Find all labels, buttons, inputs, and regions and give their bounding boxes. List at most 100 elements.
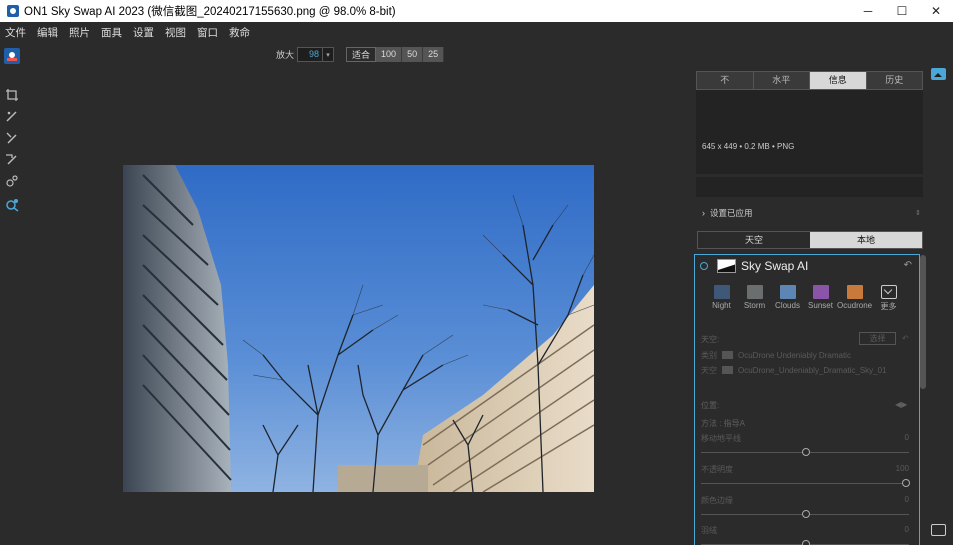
opacity-label: 不透明度 — [701, 465, 733, 474]
preset-row: Night Storm Clouds Sunset Ocudrone 更多 — [705, 285, 905, 315]
category-label: 类别 — [701, 350, 717, 360]
print-icon[interactable] — [931, 524, 946, 536]
color-edge-slider-knob[interactable] — [802, 510, 810, 518]
menu-photo[interactable]: 照片 — [69, 25, 90, 40]
minimize-button[interactable]: ─ — [851, 0, 885, 22]
preset-more[interactable]: 更多 — [872, 285, 905, 315]
sky-row-label: 天空 — [701, 365, 717, 375]
select-button[interactable]: 选择 — [859, 332, 896, 345]
title-bar: ON1 Sky Swap AI 2023 (微信截图_2024021715563… — [0, 0, 953, 22]
zoom-fit-button[interactable]: 适合 — [346, 47, 377, 62]
menu-file[interactable]: 文件 — [5, 25, 26, 40]
menu-bar: 文件 编辑 照片 面具 设置 视图 窗口 救命 — [0, 22, 953, 42]
applied-settings-label: 设置已应用 — [710, 208, 753, 218]
sub-tabs: 天空 本地 — [697, 231, 923, 249]
menu-edit[interactable]: 编辑 — [37, 25, 58, 40]
panel-scrollbar[interactable] — [920, 255, 926, 389]
horizon-label: 移动地平线 — [701, 434, 741, 443]
info-box: 645 x 449 • 0.2 MB • PNG — [696, 90, 923, 174]
preset-thumb — [846, 285, 863, 299]
zoom-tool-icon[interactable] — [4, 197, 20, 213]
preset-label: Clouds — [775, 301, 800, 310]
refine-brush-icon[interactable] — [4, 151, 20, 167]
info-strip — [696, 177, 923, 197]
zoom-label: 放大 — [276, 50, 295, 60]
module-title: Sky Swap AI — [741, 259, 809, 273]
menu-mask[interactable]: 面具 — [101, 25, 122, 40]
color-edge-label: 颜色边缘 — [701, 496, 733, 505]
category-value: OcuDrone Undeniably Dramatic — [738, 350, 851, 360]
power-toggle-icon[interactable] — [700, 262, 708, 270]
opacity-value: 100 — [895, 464, 909, 473]
sky-swap-app-icon[interactable] — [4, 48, 20, 64]
image-browser-icon[interactable] — [931, 68, 946, 80]
crop-tool-icon[interactable] — [4, 87, 20, 103]
app-icon — [7, 5, 19, 17]
preset-label: 更多 — [880, 302, 897, 311]
retouch-tool-icon[interactable] — [4, 173, 20, 189]
window-title: ON1 Sky Swap AI 2023 (微信截图_2024021715563… — [24, 6, 396, 18]
category-row[interactable]: 类别 OcuDrone Undeniably Dramatic — [701, 350, 911, 360]
zoom-100-button[interactable]: 100 — [376, 47, 403, 62]
method-label: 方法 : 指导A — [701, 419, 746, 428]
blend-value: 0 — [904, 525, 909, 534]
left-toolbar — [0, 42, 24, 545]
brush-tool-icon[interactable] — [4, 108, 20, 124]
chevron-right-icon: › — [702, 208, 705, 218]
preset-ocudrone[interactable]: Ocudrone — [837, 285, 872, 315]
menu-view[interactable]: 视图 — [165, 25, 186, 40]
preset-sunset[interactable]: Sunset — [804, 285, 837, 315]
chevron-down-icon — [880, 285, 897, 299]
horizon-slider-knob[interactable] — [802, 448, 810, 456]
preset-night[interactable]: Night — [705, 285, 738, 315]
reset-icon[interactable]: ↶ — [904, 260, 912, 271]
tab-sky[interactable]: 天空 — [698, 232, 810, 248]
right-panel: 不 水平 信息 历史 645 x 449 • 0.2 MB • PNG › 设置… — [694, 71, 924, 545]
tab-history[interactable]: 历史 — [866, 72, 922, 89]
color-edge-value: 0 — [904, 495, 909, 504]
zoom-dropdown-icon[interactable]: ▾ — [323, 47, 335, 62]
tab-local[interactable]: 本地 — [810, 232, 922, 248]
blend-label: 羽绒 — [701, 526, 717, 535]
preset-thumb — [713, 285, 730, 299]
preset-label: Storm — [743, 301, 766, 310]
sky-swap-module: Sky Swap AI ↶ Night Storm Clouds Sunset — [694, 254, 920, 545]
preset-thumb — [779, 285, 796, 299]
sky-row[interactable]: 天空 OcuDrone_Undeniably_Dramatic_Sky_01 — [701, 365, 911, 375]
sky-value: OcuDrone_Undeniably_Dramatic_Sky_01 — [738, 365, 887, 375]
updown-icon[interactable]: ⇕ — [915, 209, 921, 217]
preset-storm[interactable]: Storm — [738, 285, 771, 315]
zoom-25-button[interactable]: 25 — [423, 47, 445, 62]
menu-help[interactable]: 救命 — [229, 25, 250, 40]
tab-info[interactable]: 信息 — [810, 72, 867, 89]
sky-label: 天空: — [701, 335, 720, 344]
tab-levels[interactable]: 水平 — [753, 72, 810, 89]
sky-thumb — [722, 366, 733, 374]
tab-navigator[interactable]: 不 — [697, 72, 754, 89]
category-thumb — [722, 351, 733, 359]
preset-label: Night — [712, 301, 731, 310]
opacity-slider-knob[interactable] — [902, 479, 910, 487]
preset-thumb — [812, 285, 829, 299]
maximize-button[interactable]: ☐ — [885, 0, 919, 22]
undo-icon[interactable]: ↶ — [902, 334, 909, 343]
zoom-bar: 放大 98 ▾ 适合 100 50 25 — [276, 46, 445, 63]
horizon-value: 0 — [904, 433, 909, 442]
blend-slider-knob[interactable] — [802, 540, 810, 545]
preset-clouds[interactable]: Clouds — [771, 285, 804, 315]
position-label: 位置: — [701, 401, 720, 410]
preset-label: Ocudrone — [837, 301, 873, 310]
mask-brush-icon[interactable] — [4, 130, 20, 146]
photo-canvas[interactable] — [123, 165, 594, 492]
menu-settings[interactable]: 设置 — [133, 25, 154, 40]
module-header: Sky Swap AI ↶ — [695, 255, 919, 277]
opacity-slider[interactable] — [701, 483, 909, 484]
applied-settings-row[interactable]: › 设置已应用 ⇕ — [696, 205, 923, 221]
zoom-50-button[interactable]: 50 — [402, 47, 424, 62]
close-button[interactable]: ✕ — [919, 0, 953, 22]
zoom-input[interactable]: 98 — [297, 47, 324, 62]
image-info-text: 645 x 449 • 0.2 MB • PNG — [702, 142, 795, 151]
position-arrows-icon[interactable]: ◀▶ — [895, 400, 907, 409]
menu-window[interactable]: 窗口 — [197, 25, 218, 40]
panel-tabs: 不 水平 信息 历史 — [696, 71, 923, 90]
